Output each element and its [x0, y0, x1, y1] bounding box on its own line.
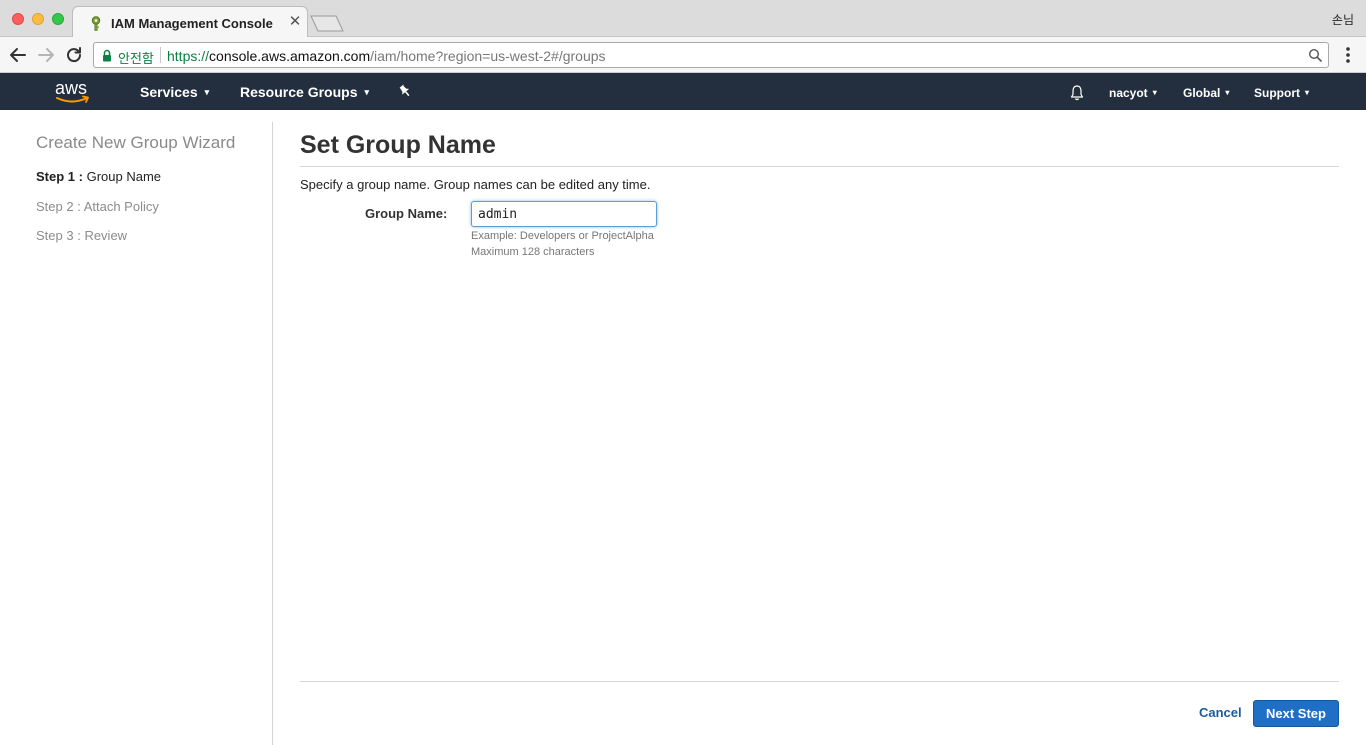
- cancel-link[interactable]: Cancel: [1199, 705, 1242, 720]
- group-name-length-hint: Maximum 128 characters: [471, 246, 595, 258]
- user-menu[interactable]: nacyot ▾: [1109, 86, 1157, 100]
- user-label: nacyot: [1109, 86, 1148, 100]
- support-label: Support: [1254, 86, 1300, 100]
- back-arrow-icon[interactable]: [6, 43, 30, 67]
- page-description: Specify a group name. Group names can be…: [300, 177, 651, 192]
- wizard-title: Create New Group Wizard: [36, 133, 236, 152]
- chevron-down-icon: ▾: [1152, 88, 1157, 97]
- browser-tab[interactable]: IAM Management Console ✕: [72, 6, 308, 38]
- chevron-down-icon: ▾: [1305, 88, 1310, 97]
- services-menu[interactable]: Services ▾: [140, 84, 209, 100]
- url-host: console.aws.amazon.com: [209, 48, 371, 64]
- tab-title: IAM Management Console: [111, 16, 273, 31]
- wizard-step-group-name: Step 1 : Group Name: [36, 169, 161, 184]
- tab-close-icon[interactable]: ✕: [287, 14, 303, 30]
- bell-icon[interactable]: [1069, 84, 1085, 101]
- browser-toolbar: 안전함 https://console.aws.amazon.com/iam/h…: [0, 37, 1366, 73]
- group-name-example-hint: Example: Developers or ProjectAlpha: [471, 230, 654, 242]
- url-text[interactable]: https://console.aws.amazon.com/iam/home?…: [167, 48, 606, 64]
- wizard-step-review: Step 3 : Review: [36, 228, 127, 243]
- pin-icon[interactable]: [398, 84, 412, 98]
- secure-label: 안전함: [118, 51, 154, 66]
- main-content: Set Group Name Specify a group name. Gro…: [300, 110, 1339, 745]
- sidebar-divider: [272, 122, 273, 745]
- services-label: Services: [140, 84, 198, 100]
- url-path: /iam/home?region=us-west-2#/groups: [370, 48, 606, 64]
- aws-nav-bar: aws Services ▾ Resource Groups ▾ nacyot ▾ G…: [0, 73, 1366, 110]
- next-step-button[interactable]: Next Step: [1253, 700, 1339, 727]
- group-name-input[interactable]: [471, 201, 657, 227]
- lock-icon: [103, 49, 111, 62]
- reload-icon[interactable]: [62, 43, 86, 67]
- step-number: Step 2 :: [36, 199, 81, 214]
- search-icon[interactable]: [1308, 48, 1322, 62]
- aws-logo[interactable]: aws: [54, 78, 94, 106]
- step-label: Review: [84, 228, 128, 243]
- region-label: Global: [1183, 86, 1221, 100]
- step-label: Attach Policy: [83, 199, 159, 214]
- title-divider: [300, 166, 1339, 167]
- chevron-down-icon: ▾: [1225, 88, 1230, 97]
- wizard-sidebar: Create New Group Wizard Step 1 : Group N…: [0, 110, 272, 745]
- chevron-down-icon: ▾: [364, 87, 370, 97]
- step-label: Group Name: [86, 169, 162, 184]
- support-menu[interactable]: Support ▾: [1254, 86, 1309, 100]
- browser-tab-strip: IAM Management Console ✕ 손님: [0, 0, 1366, 38]
- chevron-down-icon: ▾: [204, 87, 210, 97]
- maximize-window-button[interactable]: [52, 13, 64, 25]
- close-window-button[interactable]: [12, 13, 24, 25]
- minimize-window-button[interactable]: [32, 13, 44, 25]
- forward-arrow-icon[interactable]: [34, 43, 58, 67]
- resource-groups-label: Resource Groups: [240, 84, 358, 100]
- group-name-label: Group Name:: [365, 206, 448, 221]
- address-bar[interactable]: 안전함 https://console.aws.amazon.com/iam/h…: [93, 42, 1329, 68]
- step-number: Step 3 :: [36, 228, 81, 243]
- url-scheme: https://: [167, 48, 210, 64]
- menu-dots-icon[interactable]: [1340, 45, 1356, 65]
- new-tab-button[interactable]: [310, 15, 344, 32]
- region-menu[interactable]: Global ▾: [1183, 86, 1229, 100]
- resource-groups-menu[interactable]: Resource Groups ▾: [240, 84, 369, 100]
- footer-divider: [300, 681, 1339, 682]
- wizard-step-attach-policy: Step 2 : Attach Policy: [36, 199, 159, 214]
- address-divider: [160, 47, 161, 63]
- aws-logo-text: aws: [55, 78, 87, 98]
- step-number: Step 1 :: [36, 169, 83, 184]
- page-title: Set Group Name: [300, 131, 496, 159]
- profile-name[interactable]: 손님: [1332, 11, 1354, 28]
- iam-favicon-icon: [91, 16, 101, 31]
